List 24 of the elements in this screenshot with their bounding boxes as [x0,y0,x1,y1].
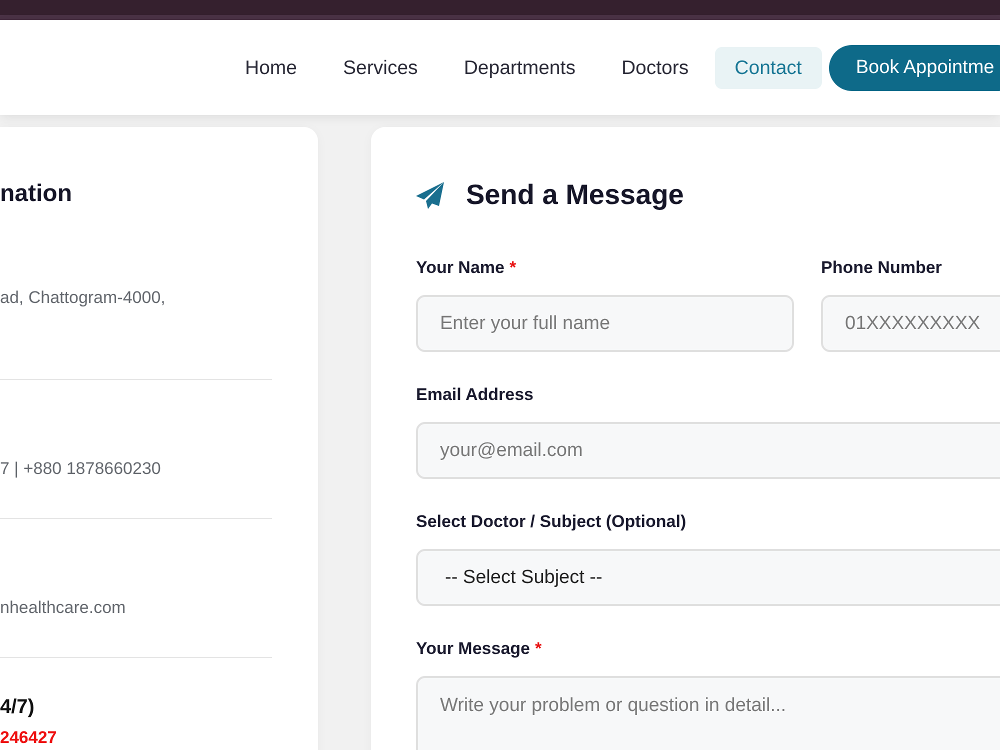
form-title: Send a Message [466,178,684,212]
book-appointment-button[interactable]: Book Appointme [828,44,1000,90]
subject-select[interactable]: -- Select Subject -- [416,549,1000,606]
message-textarea[interactable]: Write your problem or question in detail... [416,676,1000,750]
nav-link[interactable]: Departments [444,46,596,88]
paper-plane-icon [416,182,444,208]
input-field[interactable]: 01XXXXXXXXX [821,295,1000,352]
hotline-heading: 4/7) [0,695,36,719]
info-text: 7 | +880 1878660230 [0,458,162,480]
field-label: Select Doctor / Subject (Optional) [416,512,688,532]
field-label: Email Address [416,385,534,405]
nav-link[interactable]: Contact [714,46,822,88]
field-label: Your Name * [416,258,518,278]
info-text: nhealthcare.com [0,597,127,619]
hotline-number: 246427 [0,728,58,748]
input-field[interactable]: Enter your full name [416,295,794,352]
field-label: Your Message * [416,639,543,659]
info-text: ad, Chattogram-4000, [0,287,166,309]
nav-link[interactable]: Home [225,46,318,88]
input-field[interactable]: your@email.com [416,422,1000,479]
nav-link[interactable]: Services [323,46,438,88]
field-label: Phone Number [821,258,943,278]
nav-link[interactable]: Doctors [601,46,709,88]
info-title: nation [0,179,73,209]
